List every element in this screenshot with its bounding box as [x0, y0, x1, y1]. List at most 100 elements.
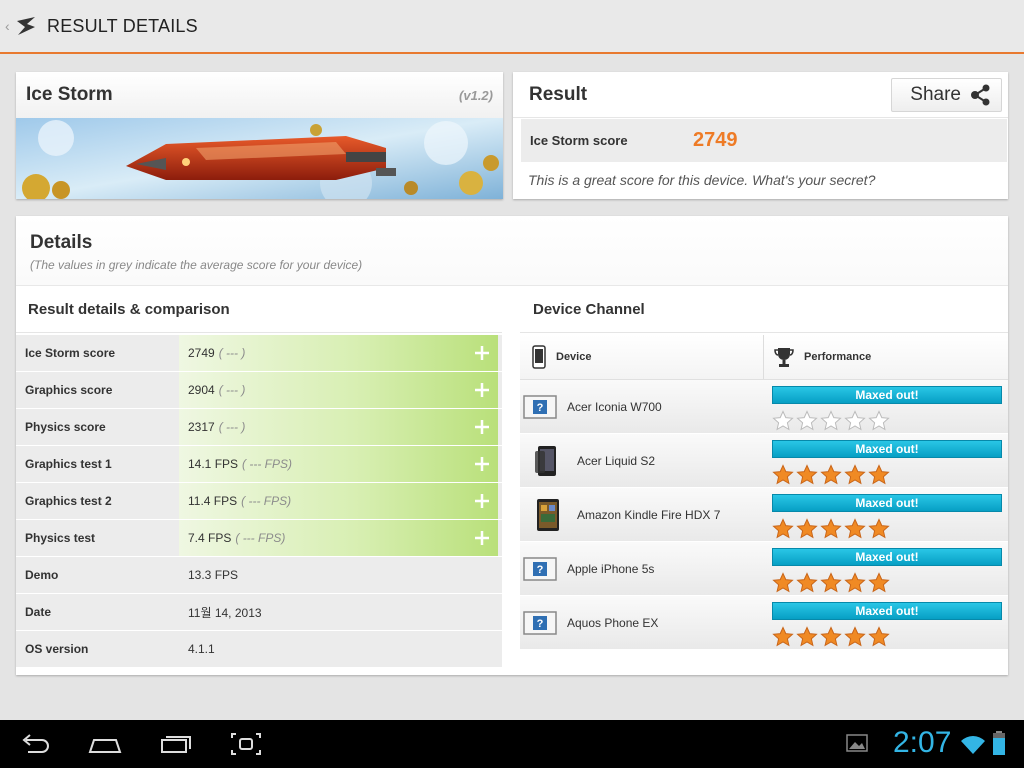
star-filled-icon: [844, 572, 866, 593]
detail-label: Ice Storm score: [25, 346, 116, 360]
expand-plus-icon[interactable]: [474, 456, 490, 472]
score-message: This is a great score for this device. W…: [528, 172, 876, 188]
star-filled-icon: [844, 464, 866, 485]
detail-value: 2317: [188, 420, 215, 434]
detail-value: 11.4 FPS: [188, 494, 238, 508]
detail-label: Graphics score: [25, 383, 113, 397]
star-filled-icon: [796, 626, 818, 647]
performance-cell: Maxed out!: [764, 380, 1008, 433]
star-empty-icon: [820, 410, 842, 431]
chevron-left-icon[interactable]: ‹: [5, 18, 11, 34]
device-name: Acer Liquid S2: [577, 453, 656, 468]
ice-storm-header: Ice Storm (v1.2): [16, 72, 503, 118]
app-logo-icon[interactable]: [15, 15, 37, 37]
detail-value: 14.1 FPS: [188, 457, 239, 471]
result-title: Result: [529, 83, 588, 105]
device-cell: Acer Liquid S2: [520, 434, 764, 487]
detail-row: OS version 4.1.1: [16, 631, 502, 668]
screenshot-icon[interactable]: [230, 732, 262, 756]
device-row[interactable]: Amazon Kindle Fire HDX 7 Maxed out!: [520, 488, 1008, 542]
device-name: Acer Iconia W700: [567, 399, 662, 414]
detail-value: 2749: [188, 346, 215, 360]
star-filled-icon: [772, 518, 794, 539]
device-row[interactable]: Acer Liquid S2 Maxed out!: [520, 434, 1008, 488]
score-value: 2749: [693, 129, 738, 151]
device-table-header: Device Performance: [520, 335, 1008, 380]
star-filled-icon: [820, 626, 842, 647]
tablet-icon: [531, 498, 565, 531]
wifi-icon: [961, 736, 985, 754]
detail-average: ( --- ): [218, 420, 246, 434]
expand-plus-icon[interactable]: [474, 345, 490, 361]
performance-cell: Maxed out!: [764, 542, 1008, 595]
details-header: Details (The values in grey indicate the…: [16, 216, 1008, 286]
unknown-device-icon: ?: [523, 607, 557, 639]
page-title: RESULT DETAILS: [47, 15, 198, 36]
detail-row[interactable]: Graphics score 2904( --- ): [16, 372, 502, 409]
device-name: Amazon Kindle Fire HDX 7: [577, 507, 721, 522]
recent-apps-icon[interactable]: [160, 732, 192, 756]
detail-value-cell: 7.4 FPS( --- FPS): [179, 520, 498, 556]
maxed-out-badge: Maxed out!: [772, 548, 1002, 566]
comparison-title: Result details & comparison: [16, 287, 502, 333]
detail-row[interactable]: Ice Storm score 2749( --- ): [16, 335, 502, 372]
detail-row[interactable]: Graphics test 2 11.4 FPS( --- FPS): [16, 483, 502, 520]
test-title: Ice Storm: [26, 84, 113, 105]
detail-value-cell: 11월 14, 2013: [179, 594, 498, 630]
detail-row[interactable]: Graphics test 1 14.1 FPS( --- FPS): [16, 446, 502, 483]
performance-column-label: Performance: [804, 351, 872, 363]
home-icon[interactable]: [88, 732, 122, 756]
share-button[interactable]: Share: [891, 77, 1002, 112]
maxed-out-badge: Maxed out!: [772, 386, 1002, 404]
trophy-icon: [774, 348, 794, 367]
detail-average: ( --- FPS): [235, 531, 286, 545]
maxed-out-badge: Maxed out!: [772, 440, 1002, 458]
device-name: Apple iPhone 5s: [567, 561, 655, 576]
star-empty-icon: [868, 410, 890, 431]
details-card: Details (The values in grey indicate the…: [16, 216, 1008, 675]
star-filled-icon: [796, 518, 818, 539]
clock[interactable]: 2:07: [893, 726, 951, 760]
device-row[interactable]: ? Apple iPhone 5s Maxed out!: [520, 542, 1008, 596]
star-rating: [772, 464, 1002, 486]
result-header: Result Share: [513, 72, 1008, 118]
star-filled-icon: [868, 626, 890, 647]
device-cell: Amazon Kindle Fire HDX 7: [520, 488, 764, 541]
star-filled-icon: [772, 626, 794, 647]
device-cell: ? Aquos Phone EX: [520, 596, 764, 649]
battery-icon: [993, 731, 1005, 755]
detail-row: Demo 13.3 FPS: [16, 557, 502, 594]
unknown-device-icon: ?: [523, 391, 557, 423]
performance-column-header: Performance: [764, 335, 871, 379]
star-empty-icon: [796, 410, 818, 431]
detail-label: Physics test: [25, 531, 96, 545]
detail-label: OS version: [25, 642, 89, 656]
detail-row[interactable]: Physics test 7.4 FPS( --- FPS): [16, 520, 502, 557]
device-row[interactable]: ? Acer Iconia W700 Maxed out!: [520, 380, 1008, 434]
detail-row: Date 11월 14, 2013: [16, 594, 502, 631]
detail-average: ( --- FPS): [241, 494, 292, 508]
device-row[interactable]: ? Aquos Phone EX Maxed out!: [520, 596, 1008, 650]
details-title: Details: [30, 232, 93, 253]
system-navigation-bar: 2:07: [0, 720, 1024, 768]
star-rating: [772, 626, 1002, 648]
detail-average: ( --- ): [218, 383, 246, 397]
detail-label: Physics score: [25, 420, 106, 434]
detail-row[interactable]: Physics score 2317( --- ): [16, 409, 502, 446]
device-cell: ? Apple iPhone 5s: [520, 542, 764, 595]
expand-plus-icon[interactable]: [474, 382, 490, 398]
detail-table: Ice Storm score 2749( --- ) Graphics score…: [16, 335, 502, 668]
back-icon[interactable]: [20, 732, 50, 756]
expand-plus-icon[interactable]: [474, 530, 490, 546]
detail-average: ( --- FPS): [242, 457, 293, 471]
device-channel-section: Device Channel Device Performance ?Acer: [520, 287, 1008, 667]
star-filled-icon: [772, 464, 794, 485]
share-icon: [971, 84, 990, 105]
expand-plus-icon[interactable]: [474, 419, 490, 435]
expand-plus-icon[interactable]: [474, 493, 490, 509]
detail-label: Graphics test 1: [25, 457, 112, 471]
device-list: ? Acer Iconia W700 Maxed out! Acer Liquid S…: [520, 380, 1008, 650]
star-filled-icon: [868, 518, 890, 539]
gallery-notification-icon[interactable]: [846, 732, 868, 754]
star-rating: [772, 410, 1002, 432]
